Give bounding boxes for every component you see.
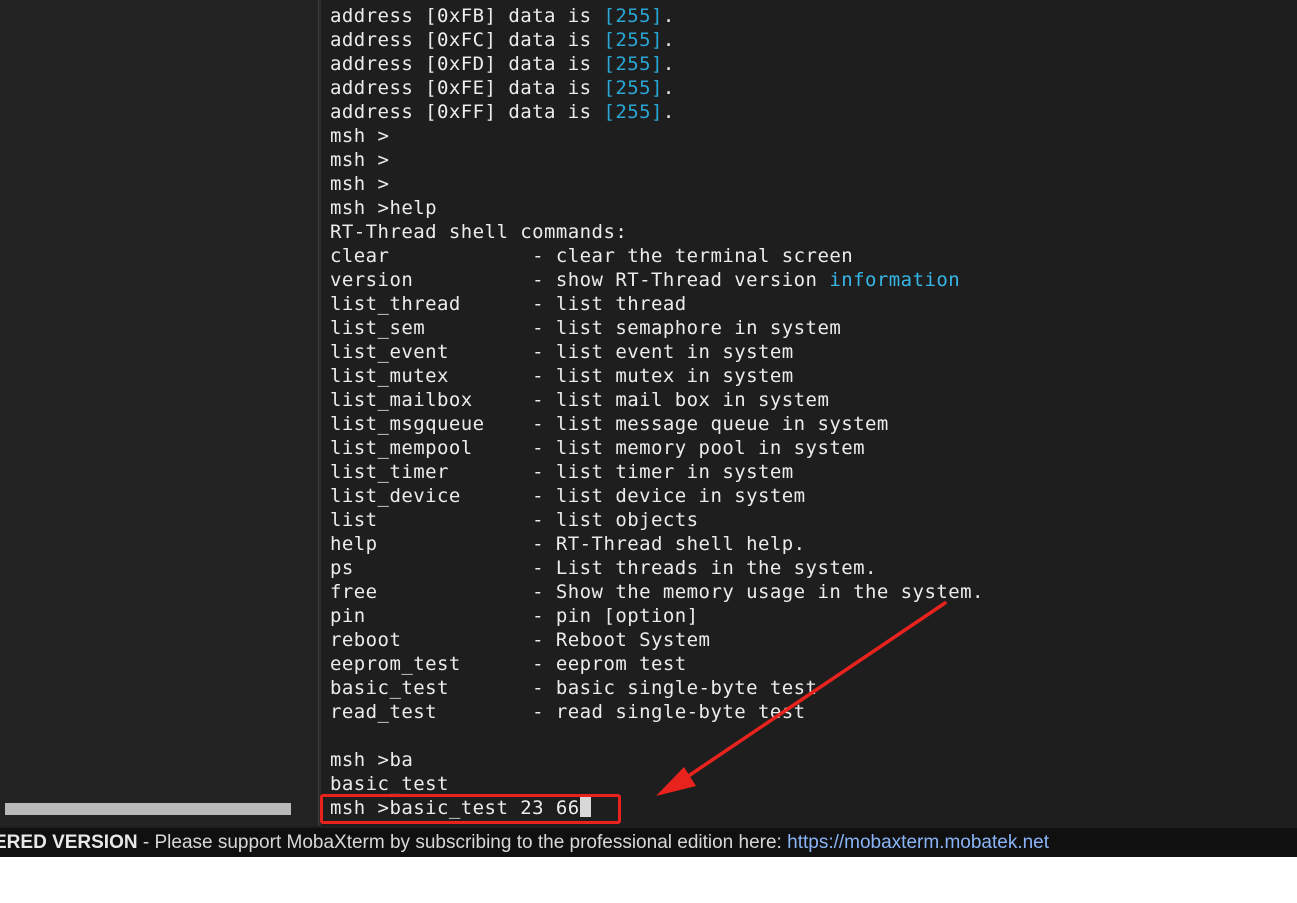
data-value: [255] bbox=[603, 5, 663, 27]
terminal-text: address [0xFE] data is bbox=[330, 77, 604, 99]
terminal-output: address [0xFB] data is [255]. address [0x… bbox=[330, 4, 984, 820]
highlighted-word: information bbox=[829, 269, 961, 291]
terminal-line: address [0xFC] data is [255]. bbox=[330, 28, 984, 52]
terminal-text: free - Show the memory usage in the syst… bbox=[330, 581, 984, 603]
terminal-line: list_timer - list timer in system bbox=[330, 460, 984, 484]
terminal-line: address [0xFF] data is [255]. bbox=[330, 100, 984, 124]
terminal-line: basic_test bbox=[330, 772, 984, 796]
terminal-text: basic_test bbox=[330, 773, 449, 795]
terminal-text: msh > bbox=[330, 149, 390, 171]
annotation-highlight-box bbox=[320, 794, 621, 824]
terminal-line: help - RT-Thread shell help. bbox=[330, 532, 984, 556]
terminal-text: basic_test - basic single-byte test bbox=[330, 677, 818, 699]
terminal-text: pin - pin [option] bbox=[330, 605, 699, 627]
terminal-text: list - list objects bbox=[330, 509, 699, 531]
terminal-line: basic_test - basic single-byte test bbox=[330, 676, 984, 700]
terminal-line: msh >help bbox=[330, 196, 984, 220]
mobaxterm-window: address [0xFB] data is [255]. address [0x… bbox=[0, 0, 1297, 857]
data-value: [255] bbox=[603, 77, 663, 99]
sidebar-panel bbox=[0, 0, 318, 826]
terminal-line: RT-Thread shell commands: bbox=[330, 220, 984, 244]
terminal-line: address [0xFB] data is [255]. bbox=[330, 4, 984, 28]
terminal-line: list_event - list event in system bbox=[330, 340, 984, 364]
sidebar-horizontal-scrollbar[interactable] bbox=[5, 803, 291, 815]
terminal-text: . bbox=[662, 101, 675, 123]
terminal-line: list_msgqueue - list message queue in sy… bbox=[330, 412, 984, 436]
terminal-line: reboot - Reboot System bbox=[330, 628, 984, 652]
terminal-text: address [0xFC] data is bbox=[330, 29, 604, 51]
terminal-text: . bbox=[662, 77, 675, 99]
terminal-line: list_sem - list semaphore in system bbox=[330, 316, 984, 340]
terminal-text: list_sem - list semaphore in system bbox=[330, 317, 842, 339]
terminal-text: eeprom_test - eeprom test bbox=[330, 653, 687, 675]
mobaxterm-website-link[interactable]: https://mobaxterm.mobatek.net bbox=[787, 832, 1049, 853]
terminal-text: list_mempool - list memory pool in syste… bbox=[330, 437, 866, 459]
terminal-text: list_mailbox - list mail box in system bbox=[330, 389, 830, 411]
terminal-text: address [0xFF] data is bbox=[330, 101, 604, 123]
terminal-text: msh > bbox=[330, 173, 390, 195]
terminal-text: list_device - list device in system bbox=[330, 485, 806, 507]
terminal-text: address [0xFD] data is bbox=[330, 53, 604, 75]
terminal-line: ps - List threads in the system. bbox=[330, 556, 984, 580]
terminal-line: free - Show the memory usage in the syst… bbox=[330, 580, 984, 604]
data-value: [255] bbox=[603, 53, 663, 75]
terminal-text: list_timer - list timer in system bbox=[330, 461, 794, 483]
terminal-text: . bbox=[662, 5, 675, 27]
terminal-text: clear - clear the terminal screen bbox=[330, 245, 854, 267]
terminal-text: address [0xFB] data is bbox=[330, 5, 604, 27]
terminal-line: read_test - read single-byte test bbox=[330, 700, 984, 724]
data-value: [255] bbox=[603, 101, 663, 123]
terminal-text: msh >help bbox=[330, 197, 438, 219]
data-value: [255] bbox=[603, 29, 663, 51]
terminal-text: . bbox=[662, 29, 675, 51]
status-message: Please support MobaXterm by subscribing … bbox=[154, 832, 788, 853]
terminal-line: pin - pin [option] bbox=[330, 604, 984, 628]
terminal-line: clear - clear the terminal screen bbox=[330, 244, 984, 268]
terminal-line: version - show RT-Thread version informa… bbox=[330, 268, 984, 292]
unregistered-version-label: ERED VERSION bbox=[0, 832, 138, 853]
terminal-text: list_mutex - list mutex in system bbox=[330, 365, 794, 387]
status-bar: ERED VERSION - Please support MobaXterm … bbox=[0, 828, 1297, 857]
status-separator: - bbox=[137, 832, 155, 853]
terminal-text: ps - List threads in the system. bbox=[330, 557, 877, 579]
terminal-text: read_test - read single-byte test bbox=[330, 701, 806, 723]
terminal-text: . bbox=[662, 53, 675, 75]
terminal-line: msh > bbox=[330, 148, 984, 172]
terminal-line: msh > bbox=[330, 124, 984, 148]
terminal-text: version - show RT-Thread version bbox=[330, 269, 830, 291]
terminal-line: eeprom_test - eeprom test bbox=[330, 652, 984, 676]
terminal-text: msh > bbox=[330, 125, 390, 147]
terminal-line: msh >ba bbox=[330, 748, 984, 772]
terminal-text: list_msgqueue - list message queue in sy… bbox=[330, 413, 889, 435]
terminal-line: list_thread - list thread bbox=[330, 292, 984, 316]
terminal-text: list_event - list event in system bbox=[330, 341, 794, 363]
terminal-text: help - RT-Thread shell help. bbox=[330, 533, 806, 555]
terminal-view[interactable]: address [0xFB] data is [255]. address [0x… bbox=[321, 0, 1297, 826]
terminal-line: list_mempool - list memory pool in syste… bbox=[330, 436, 984, 460]
terminal-text: RT-Thread shell commands: bbox=[330, 221, 628, 243]
terminal-text: list_thread - list thread bbox=[330, 293, 687, 315]
terminal-line: list_device - list device in system bbox=[330, 484, 984, 508]
terminal-line: msh > bbox=[330, 172, 984, 196]
terminal-line: list_mailbox - list mail box in system bbox=[330, 388, 984, 412]
terminal-line: address [0xFE] data is [255]. bbox=[330, 76, 984, 100]
terminal-text: reboot - Reboot System bbox=[330, 629, 711, 651]
terminal-text: msh >ba bbox=[330, 749, 414, 771]
terminal-line: list_mutex - list mutex in system bbox=[330, 364, 984, 388]
terminal-line: list - list objects bbox=[330, 508, 984, 532]
terminal-line: address [0xFD] data is [255]. bbox=[330, 52, 984, 76]
